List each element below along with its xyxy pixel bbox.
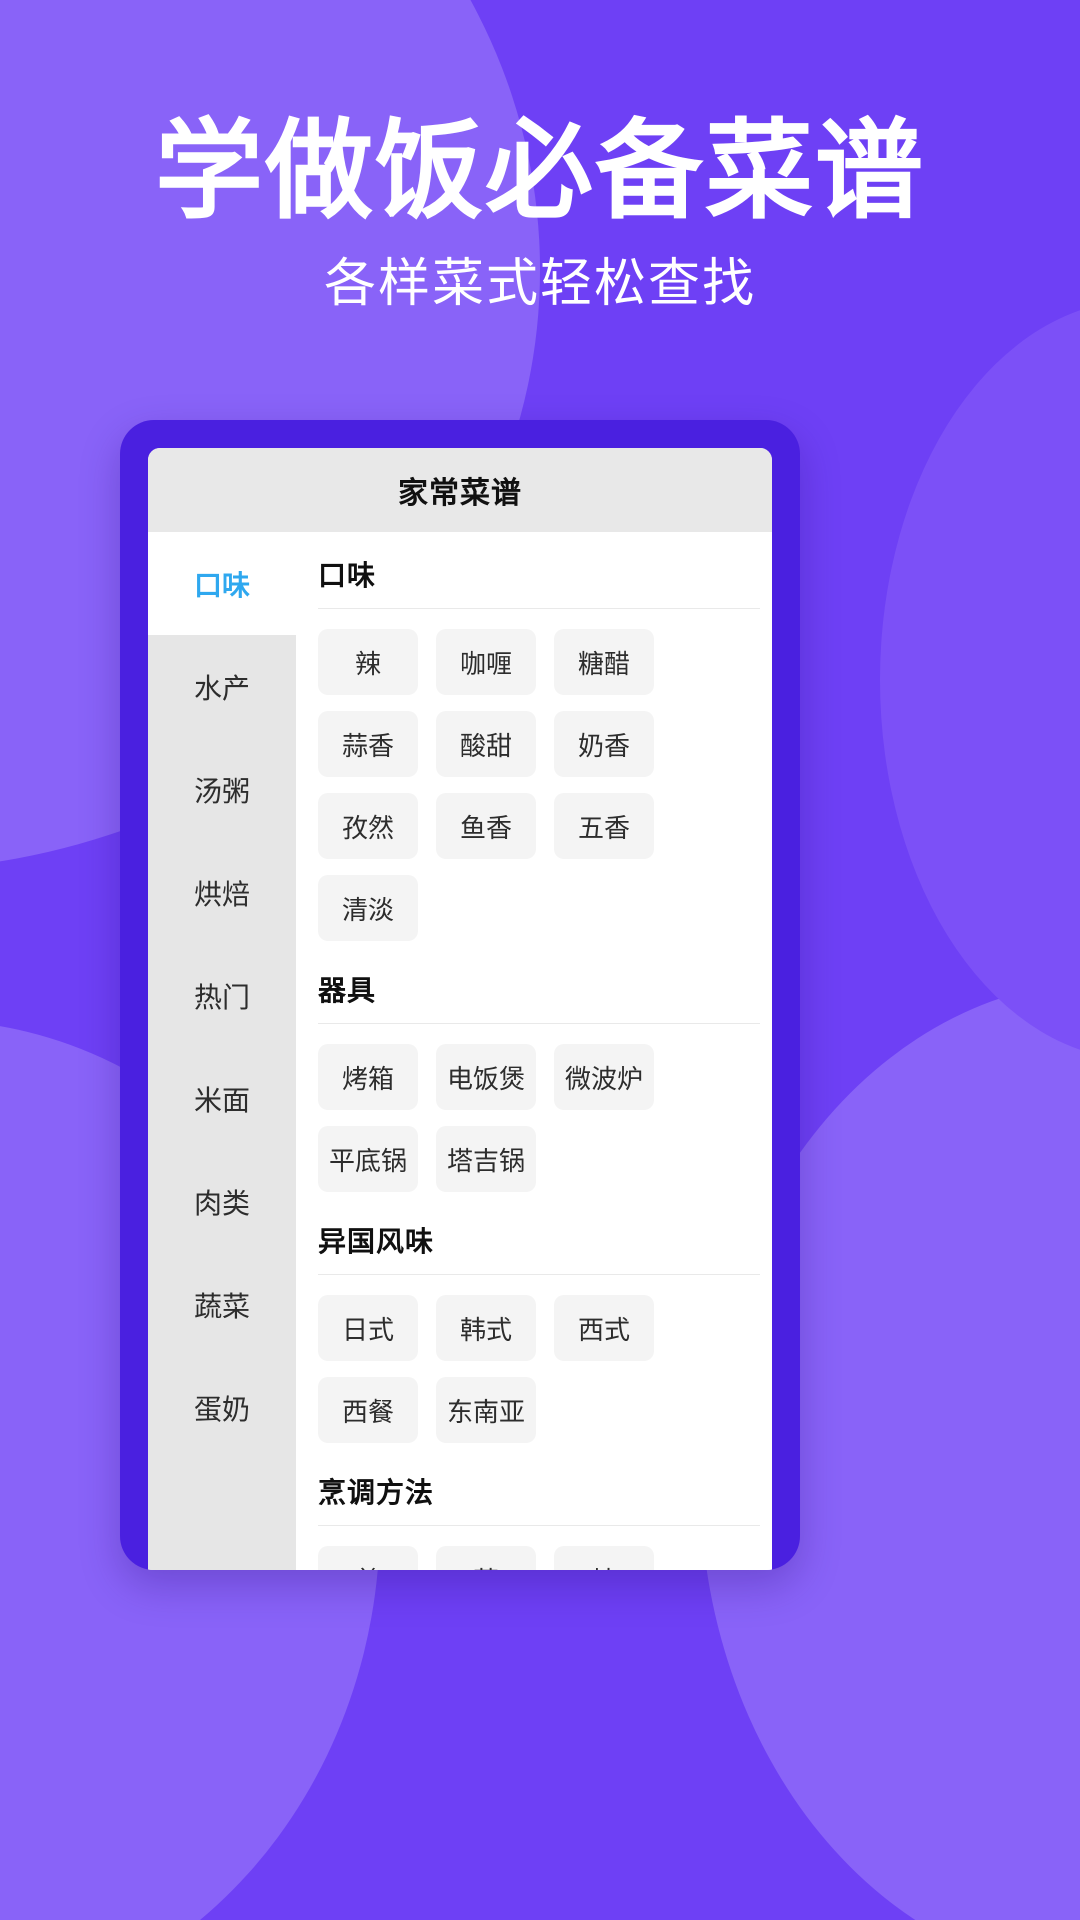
tag-chip[interactable]: 孜然 (318, 793, 418, 859)
content-section-0: 口味辣咖喱 糖醋蒜香 酸甜 奶香孜然 鱼香 五香清淡 (318, 532, 760, 947)
tag-grid: 煎蒸炖红烧炸卤干锅火锅 (318, 1526, 760, 1570)
tag-chip[interactable]: 东南亚 (436, 1377, 536, 1443)
sidebar-item-4[interactable]: 热门 (148, 944, 296, 1047)
tag-chip[interactable]: 蒸 (436, 1546, 536, 1570)
sidebar-item-7[interactable]: 蔬菜 (148, 1253, 296, 1356)
content-section-3: 烹调方法煎蒸炖红烧炸卤干锅火锅 (318, 1449, 760, 1570)
content-section-2: 异国风味日式 韩式 西式西餐 东南亚 (318, 1198, 760, 1449)
sidebar-item-label: 汤粥 (193, 774, 250, 808)
tag-chip[interactable]: 炖 (554, 1546, 654, 1570)
sidebar-item-3[interactable]: 烘焙 (148, 841, 296, 944)
tag-chip[interactable]: 鱼香 (436, 793, 536, 859)
tag-chip[interactable]: 电饭煲 (436, 1044, 536, 1110)
sidebar-item-1[interactable]: 水产 (148, 635, 296, 738)
sidebar-item-label: 肉类 (193, 1186, 250, 1220)
tag-grid: 日式 韩式 西式西餐 东南亚 (318, 1275, 760, 1449)
tag-chip[interactable]: 西餐 (318, 1377, 418, 1443)
phone-screen: 家常菜谱 口味水产汤粥烘焙热门米面肉类蔬菜蛋奶 口味辣咖喱 糖醋蒜香 酸甜 奶香孜然鱼… (148, 448, 772, 1570)
section-title: 异国风味 (318, 1204, 760, 1275)
sidebar-item-label: 水产 (193, 671, 250, 705)
tag-chip[interactable]: 酸甜 (436, 711, 536, 777)
app-title: 家常菜谱 (398, 476, 522, 511)
section-title: 烹调方法 (318, 1455, 760, 1526)
sidebar-item-label: 蛋奶 (193, 1392, 250, 1426)
tag-chip[interactable]: 奶香 (554, 711, 654, 777)
sidebar-item-label: 蔬菜 (193, 1289, 250, 1323)
tag-chip[interactable]: 平底锅 (318, 1126, 418, 1192)
sidebar-item-label: 烘焙 (193, 877, 250, 911)
sidebar-item-label: 口味 (193, 568, 250, 602)
promo-headline: 学做饭必备菜谱 各样菜式轻松查找 (0, 109, 1080, 315)
sidebar-item-2[interactable]: 汤粥 (148, 738, 296, 841)
tag-chip[interactable]: 糖醋 (554, 629, 654, 695)
promo-title: 学做饭必备菜谱 (154, 109, 925, 234)
sidebar-item-label: 热门 (193, 980, 250, 1014)
tag-chip[interactable]: 辣 (318, 629, 418, 695)
tag-chip[interactable]: 塔吉锅 (436, 1126, 536, 1192)
sidebar-item-6[interactable]: 肉类 (148, 1150, 296, 1253)
sidebar-item-0[interactable]: 口味 (148, 532, 296, 635)
promo-subtitle: 各样菜式轻松查找 (323, 253, 756, 314)
category-sidebar[interactable]: 口味水产汤粥烘焙热门米面肉类蔬菜蛋奶 (148, 532, 296, 1570)
tag-chip[interactable]: 煎 (318, 1546, 418, 1570)
sidebar-item-5[interactable]: 米面 (148, 1047, 296, 1150)
tag-chip[interactable]: 五香 (554, 793, 654, 859)
tag-chip[interactable]: 咖喱 (436, 629, 536, 695)
tag-grid: 烤箱 电饭煲 微波炉平底锅 塔吉锅 (318, 1024, 760, 1198)
tag-grid: 辣咖喱 糖醋蒜香 酸甜 奶香孜然 鱼香 五香清淡 (318, 609, 760, 947)
tag-chip[interactable]: 清淡 (318, 875, 418, 941)
app-title-bar: 家常菜谱 (148, 448, 772, 532)
tag-chip[interactable]: 西式 (554, 1295, 654, 1361)
section-title: 口味 (318, 538, 760, 609)
app-body: 口味水产汤粥烘焙热门米面肉类蔬菜蛋奶 口味辣咖喱 糖醋蒜香 酸甜 奶香孜然 鱼香 五香清淡… (148, 532, 772, 1570)
sidebar-item-8[interactable]: 蛋奶 (148, 1356, 296, 1459)
section-title: 器具 (318, 953, 760, 1024)
tag-chip[interactable]: 日式 (318, 1295, 418, 1361)
tag-chip[interactable]: 烤箱 (318, 1044, 418, 1110)
phone-mockup: 家常菜谱 口味水产汤粥烘焙热门米面肉类蔬菜蛋奶 口味辣咖喱 糖醋蒜香 酸甜 奶香孜然鱼… (120, 420, 800, 1570)
tag-chip[interactable]: 蒜香 (318, 711, 418, 777)
tag-chip[interactable]: 韩式 (436, 1295, 536, 1361)
sidebar-item-label: 米面 (193, 1083, 250, 1117)
background-blob-right (880, 300, 1080, 1060)
category-content[interactable]: 口味辣咖喱 糖醋 蒜香 酸甜 奶香 孜然 鱼香 五香 清淡 器具 烤箱 电饭煲 微波炉 平底锅 塔吉锅 异国风… (296, 532, 772, 1570)
tag-chip[interactable]: 微波炉 (554, 1044, 654, 1110)
content-section-1: 器具烤箱 电饭煲 微波炉平底锅 塔吉锅 (318, 947, 760, 1198)
